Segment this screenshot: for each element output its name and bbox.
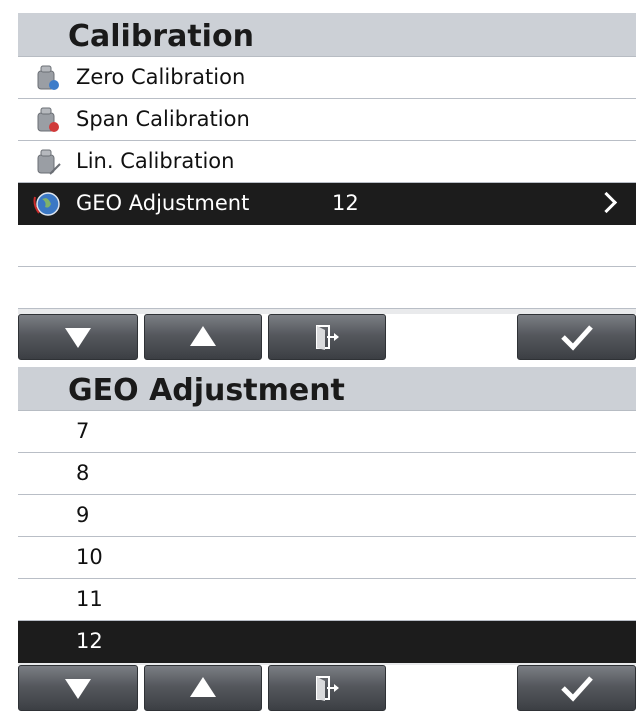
calibration-menu-panel: Calibration Zero Calibration Span Calibr… [18,13,636,362]
geo-adjustment-value: 12 [332,191,359,215]
geo-option-label: 7 [76,419,90,443]
menu-item-zero-calibration[interactable]: Zero Calibration [18,57,636,99]
geo-adjustment-title: GEO Adjustment [18,367,636,411]
geo-option-item[interactable]: 11 [18,579,636,621]
checkmark-icon [560,325,593,351]
geo-option-item[interactable]: 7 [18,411,636,453]
weight-linearity-icon [37,149,61,175]
chevron-right-icon [595,191,618,214]
geo-option-item[interactable]: 10 [18,537,636,579]
geo-option-item[interactable]: 8 [18,453,636,495]
menu-item-label: Span Calibration [76,107,250,131]
checkmark-icon [560,676,593,702]
menu-item-label: GEO Adjustment [76,191,250,215]
accept-button[interactable] [517,314,636,360]
exit-button[interactable] [268,665,386,711]
geo-option-item-selected[interactable]: 12 [18,621,636,663]
calibration-button-bar [18,314,636,362]
menu-item-label: Lin. Calibration [76,149,235,173]
geo-option-label: 10 [76,545,103,569]
exit-button[interactable] [268,314,386,360]
up-arrow-icon [190,677,216,697]
down-arrow-icon [65,328,91,348]
geo-adjustment-panel: GEO Adjustment 7 8 9 10 11 12 [18,367,636,713]
up-button[interactable] [144,665,262,711]
empty-row [18,267,636,309]
weight-span-icon [37,107,59,132]
geo-option-label: 8 [76,461,90,485]
menu-item-label: Zero Calibration [76,65,246,89]
down-arrow-icon [65,679,91,699]
geo-option-label: 11 [76,587,103,611]
geo-option-item[interactable]: 9 [18,495,636,537]
calibration-title: Calibration [18,13,636,57]
weight-zero-icon [37,65,59,90]
geo-option-label: 12 [76,629,103,653]
up-button[interactable] [144,314,262,360]
exit-door-icon [316,325,339,350]
menu-item-span-calibration[interactable]: Span Calibration [18,99,636,141]
up-arrow-icon [190,326,216,346]
geo-option-label: 9 [76,503,90,527]
exit-door-icon [316,676,339,701]
globe-icon [33,192,60,216]
accept-button[interactable] [517,665,636,711]
menu-item-geo-adjustment[interactable]: GEO Adjustment 12 [18,183,636,225]
down-button[interactable] [18,665,138,711]
down-button[interactable] [18,314,138,360]
empty-row [18,225,636,267]
menu-item-lin-calibration[interactable]: Lin. Calibration [18,141,636,183]
